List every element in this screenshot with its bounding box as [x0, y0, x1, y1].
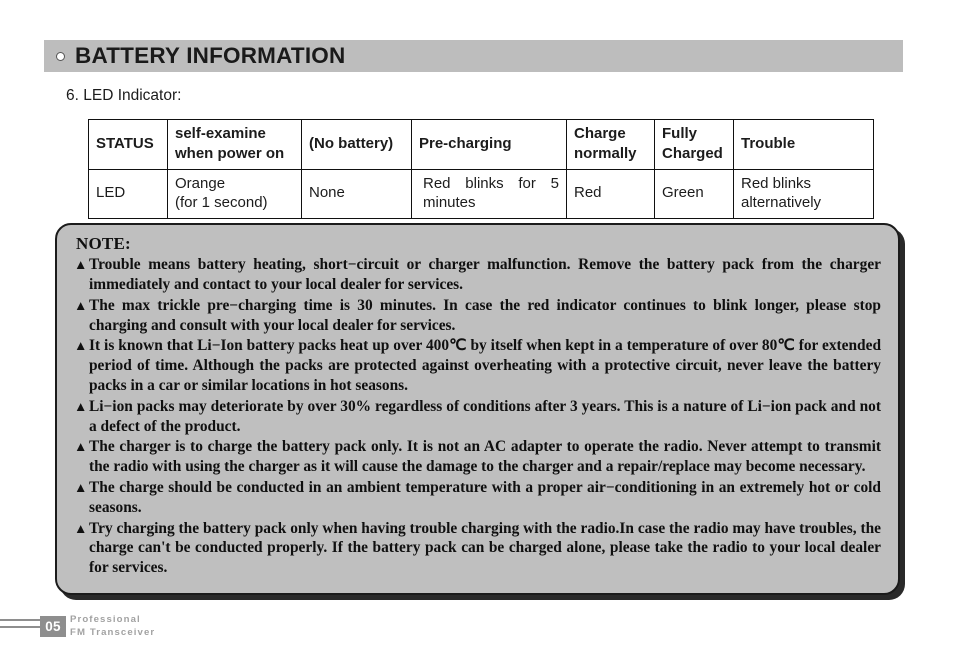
- note-list: ▲ Trouble means battery heating, short−c…: [69, 255, 886, 578]
- list-item: ▲ Trouble means battery heating, short−c…: [69, 255, 886, 295]
- note-item-text: The max trickle pre−charging time is 30 …: [89, 296, 881, 334]
- cell-trouble-line2: alternatively: [741, 194, 822, 212]
- list-item: ▲ Li−ion packs may deteriorate by over 3…: [69, 397, 886, 437]
- col-header-fully-charged-line2: Charged: [662, 144, 723, 162]
- col-header-trouble: Trouble: [733, 119, 874, 170]
- col-header-self-examine-line1: self-examine: [175, 125, 266, 142]
- page-number-badge: 05: [40, 616, 66, 637]
- triangle-bullet-icon: ▲: [74, 398, 88, 414]
- triangle-bullet-icon: ▲: [74, 338, 88, 354]
- footer-brand-line2: FM Transceiver: [70, 626, 156, 638]
- footer-brand: Professional FM Transceiver: [70, 614, 155, 639]
- col-header-charge-normally: Charge normally: [566, 119, 655, 170]
- note-item-text: The charger is to charge the battery pac…: [89, 438, 881, 476]
- table-row: LED Orange (for 1 second) None Red blink…: [88, 168, 874, 220]
- note-item-text: Try charging the battery pack only when …: [89, 519, 881, 577]
- note-item-text: It is known that Li−Ion battery packs he…: [89, 337, 881, 395]
- list-item: ▲ Try charging the battery pack only whe…: [69, 519, 886, 578]
- table-header-row: STATUS self-examine when power on (No ba…: [88, 119, 874, 170]
- cell-self-examine-line2: (for 1 second): [175, 194, 268, 212]
- col-header-charge-normally-line2: normally: [574, 144, 637, 162]
- triangle-bullet-icon: ▲: [74, 520, 88, 536]
- triangle-bullet-icon: ▲: [74, 297, 88, 313]
- note-item-text: Li−ion packs may deteriorate by over 30%…: [89, 397, 881, 435]
- ring-bullet-icon: [56, 51, 65, 61]
- cell-pre-charging-text: Red blinks for 5 minutes: [423, 174, 559, 212]
- note-item-text: The charge should be conducted in an amb…: [89, 479, 881, 516]
- col-header-self-examine: self-examine when power on: [167, 119, 302, 170]
- cell-fully-charged-value: Green: [654, 168, 734, 220]
- triangle-bullet-icon: ▲: [74, 257, 88, 273]
- list-item: ▲ The max trickle pre−charging time is 3…: [69, 296, 886, 336]
- triangle-bullet-icon: ▲: [74, 480, 88, 496]
- cell-charge-normally-value: Red: [566, 168, 655, 220]
- section-label: 6. LED Indicator:: [66, 87, 182, 104]
- cell-status-led: LED: [88, 168, 168, 220]
- cell-self-examine-value: Orange (for 1 second): [167, 168, 302, 220]
- led-indicator-table: STATUS self-examine when power on (No ba…: [88, 119, 874, 220]
- cell-trouble-value: Red blinks alternatively: [733, 168, 874, 220]
- list-item: ▲ The charge should be conducted in an a…: [69, 478, 886, 518]
- col-header-fully-charged-line1: Fully: [662, 125, 698, 142]
- note-item-text: Trouble means battery heating, short−cir…: [89, 256, 881, 294]
- triangle-bullet-icon: ▲: [74, 439, 88, 455]
- list-item: ▲ It is known that Li−Ion battery packs …: [69, 336, 886, 395]
- cell-pre-charging-value: Red blinks for 5 minutes: [411, 168, 567, 220]
- col-header-fully-charged: Fully Charged: [654, 119, 734, 170]
- col-header-status: STATUS: [88, 119, 168, 170]
- footer-brand-line1: Professional: [70, 614, 141, 625]
- cell-no-battery-value: None: [301, 168, 412, 220]
- note-callout-box: NOTE: ▲ Trouble means battery heating, s…: [55, 223, 900, 595]
- page-header-band: BATTERY INFORMATION: [44, 40, 903, 72]
- col-header-no-battery: (No battery): [301, 119, 412, 170]
- page-title: BATTERY INFORMATION: [75, 42, 346, 68]
- list-item: ▲ The charger is to charge the battery p…: [69, 437, 886, 477]
- cell-self-examine-line1: Orange: [175, 174, 226, 192]
- cell-trouble-line1: Red blinks: [741, 174, 812, 192]
- col-header-self-examine-line2: when power on: [175, 144, 285, 162]
- note-heading: NOTE:: [76, 234, 131, 253]
- col-header-pre-charging: Pre-charging: [411, 119, 567, 170]
- col-header-charge-normally-line1: Charge: [574, 125, 626, 142]
